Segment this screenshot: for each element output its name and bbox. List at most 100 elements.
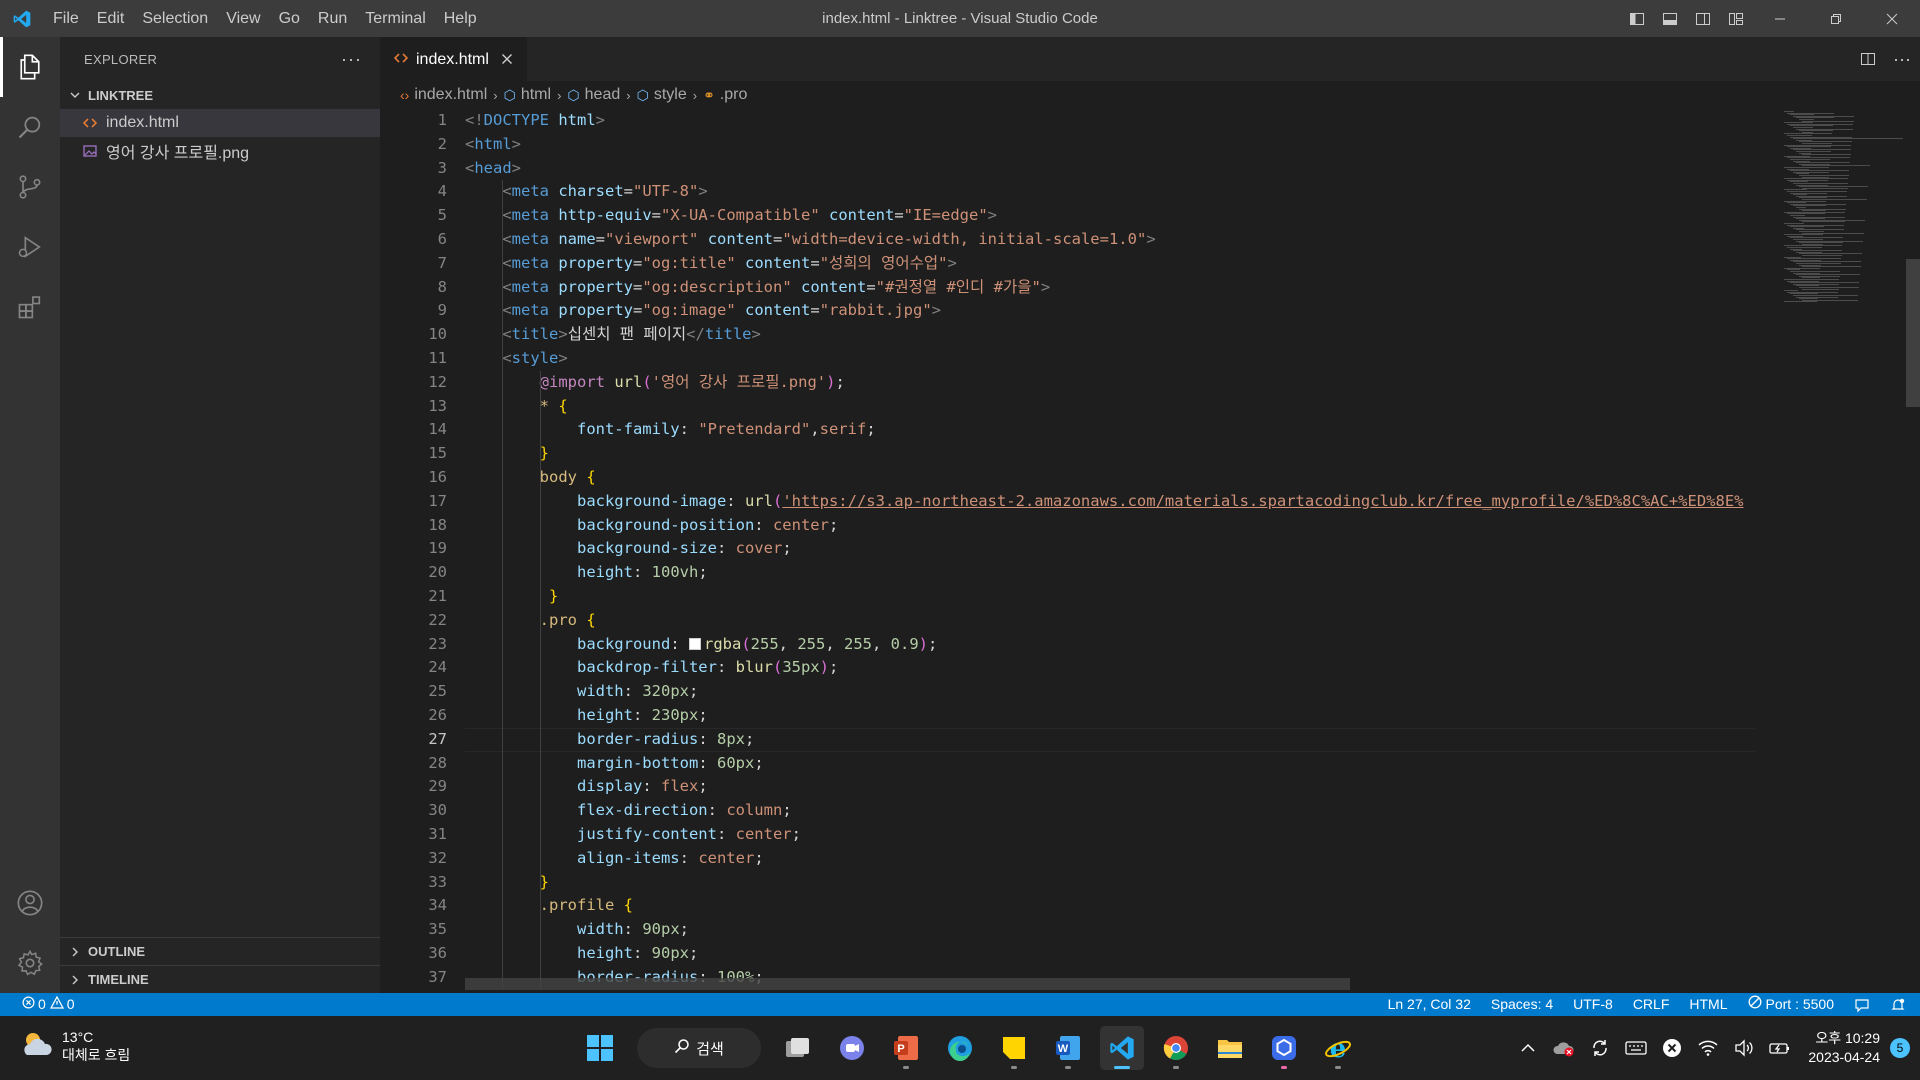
menu-run[interactable]: Run <box>309 0 356 37</box>
code-line[interactable]: .profile { <box>465 894 1755 918</box>
tab-close-icon[interactable] <box>501 50 513 70</box>
run-debug-icon[interactable] <box>0 217 60 277</box>
code-line[interactable]: height: 100vh; <box>465 561 1755 585</box>
wifi-icon[interactable] <box>1692 1032 1724 1064</box>
code-line[interactable]: <meta http-equiv="X-UA-Compatible" conte… <box>465 204 1755 228</box>
extensions-icon[interactable] <box>0 277 60 337</box>
minimize-icon[interactable] <box>1752 0 1808 37</box>
code-line[interactable]: <style> <box>465 347 1755 371</box>
weather-widget[interactable]: 13°C 대체로 흐림 <box>20 1028 130 1064</box>
vscode-taskbar-icon[interactable] <box>1100 1026 1144 1070</box>
menu-terminal[interactable]: Terminal <box>356 0 434 37</box>
task-view-icon[interactable] <box>776 1026 820 1070</box>
code-line[interactable]: } <box>465 585 1755 609</box>
breadcrumb-pro[interactable]: ⚭ .pro <box>703 86 747 104</box>
menu-help[interactable]: Help <box>435 0 486 37</box>
code-line[interactable]: * { <box>465 395 1755 419</box>
battery-charging-icon[interactable] <box>1764 1032 1796 1064</box>
search-icon[interactable] <box>0 97 60 157</box>
code-line[interactable]: justify-content: center; <box>465 823 1755 847</box>
chrome-icon[interactable] <box>1154 1026 1198 1070</box>
accounts-icon[interactable] <box>0 873 60 933</box>
menu-go[interactable]: Go <box>270 0 309 37</box>
menu-file[interactable]: File <box>44 0 88 37</box>
menu-edit[interactable]: Edit <box>88 0 134 37</box>
code-line[interactable]: display: flex; <box>465 775 1755 799</box>
code-line[interactable]: <!DOCTYPE html> <box>465 109 1755 133</box>
code-line[interactable]: align-items: center; <box>465 847 1755 871</box>
problems-indicator[interactable]: 0 0 <box>18 993 79 1016</box>
code-line[interactable]: <meta property="og:title" content="성희의 영… <box>465 252 1755 276</box>
breadcrumb-head[interactable]: ⬡ head <box>567 86 620 104</box>
code-line[interactable]: width: 320px; <box>465 680 1755 704</box>
file-item-profile-png[interactable]: 영어 강사 프로필.png <box>60 137 380 165</box>
code-line[interactable]: background: rgba(255, 255, 255, 0.9); <box>465 633 1755 657</box>
app-hexagon-icon[interactable] <box>1262 1026 1306 1070</box>
code-line[interactable]: <meta name="viewport" content="width=dev… <box>465 228 1755 252</box>
encoding[interactable]: UTF-8 <box>1563 993 1623 1016</box>
vscode-logo-icon[interactable] <box>0 0 44 37</box>
cloud-sync-error-icon[interactable] <box>1548 1032 1580 1064</box>
code-line[interactable]: margin-bottom: 60px; <box>465 752 1755 776</box>
code-line[interactable]: <head> <box>465 157 1755 181</box>
toggle-secondary-sidebar-icon[interactable] <box>1686 0 1719 37</box>
code-line[interactable]: height: 230px; <box>465 704 1755 728</box>
teams-chat-icon[interactable] <box>830 1026 874 1070</box>
breadcrumb-file[interactable]: ‹› index.html <box>400 86 487 104</box>
code-line[interactable]: background-size: cover; <box>465 537 1755 561</box>
color-swatch[interactable] <box>688 637 701 650</box>
code-line[interactable]: background-position: center; <box>465 514 1755 538</box>
code-line[interactable]: } <box>465 871 1755 895</box>
menu-selection[interactable]: Selection <box>133 0 217 37</box>
code-line[interactable]: background-image: url('https://s3.ap-nor… <box>465 490 1755 514</box>
breadcrumb-html[interactable]: ⬡ html <box>504 86 551 104</box>
more-actions-icon[interactable]: ··· <box>1884 41 1920 78</box>
customize-layout-icon[interactable] <box>1719 0 1752 37</box>
settings-gear-icon[interactable] <box>0 933 60 993</box>
notification-badge[interactable]: 5 <box>1890 1038 1910 1058</box>
breadcrumb-style[interactable]: ⬡ style <box>637 86 687 104</box>
file-item-index-html[interactable]: index.html <box>60 109 380 137</box>
code-line[interactable]: <meta property="og:description" content=… <box>465 276 1755 300</box>
vertical-scrollbar[interactable] <box>1904 109 1920 993</box>
code-line[interactable]: body { <box>465 466 1755 490</box>
edge-browser-icon[interactable] <box>938 1026 982 1070</box>
source-control-icon[interactable] <box>0 157 60 217</box>
code-area[interactable]: <!DOCTYPE html> <html> <head> <meta charse… <box>465 109 1755 993</box>
cursor-position[interactable]: Ln 27, Col 32 <box>1378 993 1481 1016</box>
horizontal-scrollbar[interactable] <box>465 978 1350 990</box>
feedback-icon[interactable] <box>1844 993 1880 1016</box>
folder-linktree[interactable]: LINKTREE <box>60 81 380 109</box>
internet-explorer-icon[interactable]: e <box>1316 1026 1360 1070</box>
toggle-panel-icon[interactable] <box>1653 0 1686 37</box>
code-line[interactable]: <title>십센치 팬 페이지</title> <box>465 323 1755 347</box>
code-line[interactable]: @import url('영어 강사 프로필.png'); <box>465 371 1755 395</box>
code-line[interactable]: height: 90px; <box>465 942 1755 966</box>
code-line[interactable]: width: 90px; <box>465 918 1755 942</box>
code-line[interactable]: } <box>465 442 1755 466</box>
end-of-line[interactable]: CRLF <box>1623 993 1680 1016</box>
sticky-notes-icon[interactable] <box>992 1026 1036 1070</box>
word-icon[interactable]: W <box>1046 1026 1090 1070</box>
taskbar-search[interactable]: 검색 <box>637 1028 761 1068</box>
scrollbar-thumb[interactable] <box>1906 259 1920 407</box>
live-server-port[interactable]: Port : 5500 <box>1738 993 1845 1016</box>
outline-section[interactable]: OUTLINE <box>60 937 380 965</box>
powerpoint-icon[interactable]: P <box>884 1026 928 1070</box>
system-clock[interactable]: 오후 10:29 2023-04-24 <box>1798 1029 1886 1067</box>
restore-icon[interactable] <box>1808 0 1864 37</box>
tab-index-html[interactable]: index.html <box>380 37 527 81</box>
language-mode[interactable]: HTML <box>1679 993 1737 1016</box>
split-editor-icon[interactable] <box>1852 41 1884 78</box>
volume-icon[interactable] <box>1728 1032 1760 1064</box>
code-editor[interactable]: 1 2 3 4 5 6 7 8 9 10 11 12 13 14 15 16 17 18 19 20 21 22 23 24 2… <box>380 109 1920 993</box>
code-line[interactable]: border-radius: 8px; <box>465 727 1755 752</box>
explorer-icon[interactable] <box>0 37 60 97</box>
code-line[interactable]: <meta property="og:image" content="rabbi… <box>465 299 1755 323</box>
code-line[interactable]: <meta charset="UTF-8"> <box>465 180 1755 204</box>
code-line[interactable]: font-family: "Pretendard",serif; <box>465 418 1755 442</box>
minimap[interactable] <box>1782 109 1904 993</box>
start-button[interactable] <box>578 1026 622 1070</box>
code-line[interactable]: .pro { <box>465 609 1755 633</box>
close-icon[interactable] <box>1864 0 1920 37</box>
